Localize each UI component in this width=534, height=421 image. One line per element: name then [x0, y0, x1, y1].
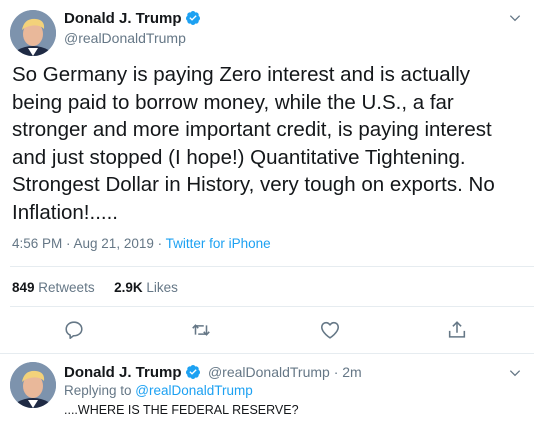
- tweet-stats: 849 Retweets 2.9K Likes: [12, 280, 178, 295]
- divider: [10, 306, 534, 307]
- source-link[interactable]: Twitter for iPhone: [166, 236, 271, 251]
- avatar[interactable]: [10, 10, 56, 56]
- like-icon[interactable]: [319, 319, 341, 341]
- tweet-meta: 4:56 PM · Aug 21, 2019 · Twitter for iPh…: [12, 236, 271, 251]
- reply-icon[interactable]: [63, 319, 85, 341]
- reply-text: ....WHERE IS THE FEDERAL RESERVE?: [64, 403, 299, 417]
- divider: [10, 266, 534, 267]
- tweet-text: So Germany is paying Zero interest and i…: [12, 63, 495, 224]
- handle[interactable]: @realDonaldTrump: [64, 30, 186, 46]
- share-icon[interactable]: [446, 319, 468, 341]
- chevron-down-icon[interactable]: [508, 366, 522, 380]
- reply-header: Donald J. Trump @realDonaldTrump · 2m: [64, 364, 362, 382]
- likes-label: Likes: [146, 280, 178, 295]
- timestamp[interactable]: 4:56 PM · Aug 21, 2019 ·: [12, 236, 166, 251]
- verified-badge-icon: [185, 365, 200, 379]
- reply-display-name[interactable]: Donald J. Trump: [64, 364, 182, 381]
- retweets-stat[interactable]: 849 Retweets: [12, 280, 95, 295]
- divider: [0, 353, 534, 354]
- display-name-text: Donald J. Trump: [64, 10, 182, 27]
- display-name[interactable]: Donald J. Trump: [64, 10, 201, 27]
- reply-avatar[interactable]: [10, 362, 56, 408]
- retweet-icon[interactable]: [190, 319, 212, 341]
- verified-badge-icon: [185, 11, 200, 25]
- reply-handle-time[interactable]: @realDonaldTrump · 2m: [208, 364, 362, 380]
- replying-handle-link[interactable]: @realDonaldTrump: [135, 383, 253, 398]
- replying-prefix: Replying to: [64, 383, 136, 398]
- likes-count: 2.9K: [114, 280, 143, 295]
- replying-to: Replying to @realDonaldTrump: [64, 383, 253, 398]
- retweets-label: Retweets: [38, 280, 95, 295]
- retweets-count: 849: [12, 280, 35, 295]
- likes-stat[interactable]: 2.9K Likes: [114, 280, 178, 295]
- chevron-down-icon[interactable]: [508, 11, 522, 25]
